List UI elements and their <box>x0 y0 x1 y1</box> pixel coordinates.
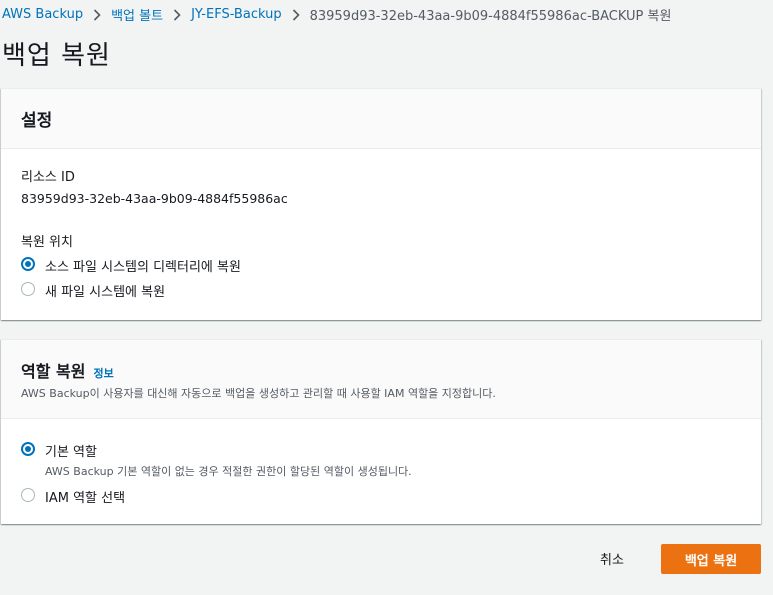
restore-backup-button[interactable]: 백업 복원 <box>661 544 761 574</box>
page-title: 백업 복원 <box>2 41 111 71</box>
radio-button-selected[interactable] <box>21 257 35 271</box>
breadcrumb-item-aws-backup[interactable]: AWS Backup <box>2 7 83 22</box>
settings-panel-header: 설정 <box>1 89 761 149</box>
radio-restore-new-filesystem[interactable]: 새 파일 시스템에 복원 <box>21 281 165 300</box>
radio-label: 소스 파일 시스템의 디렉터리에 복원 <box>45 260 241 275</box>
radio-default-role[interactable]: 기본 역할 AWS Backup 기본 역할이 없는 경우 적절한 권한이 할당… <box>21 441 412 479</box>
radio-description: AWS Backup 기본 역할이 없는 경우 적절한 권한이 할당된 역할이 … <box>45 465 412 478</box>
role-title: 역할 복원 <box>21 362 86 381</box>
chevron-right-icon <box>282 7 310 22</box>
resource-id-value: 83959d93-32eb-43aa-9b09-4884f55986ac <box>21 191 288 206</box>
breadcrumb-current: 83959d93-32eb-43aa-9b09-4884f55986ac-BAC… <box>309 9 672 24</box>
role-title-row: 역할 복원 정보 <box>21 358 114 382</box>
breadcrumb: AWS Backup 백업 볼트 JY-EFS-Backup 83959d93-… <box>2 5 671 24</box>
restore-location-label: 복원 위치 <box>21 235 73 250</box>
chevron-right-icon <box>83 7 111 22</box>
chevron-right-icon <box>163 7 191 22</box>
radio-label: 새 파일 시스템에 복원 <box>45 285 166 300</box>
breadcrumb-item-vault[interactable]: JY-EFS-Backup <box>191 7 282 22</box>
radio-label: IAM 역할 선택 <box>45 491 126 506</box>
radio-button[interactable] <box>21 282 35 296</box>
breadcrumb-item-backup-vaults[interactable]: 백업 볼트 <box>111 5 163 24</box>
radio-choose-iam-role[interactable]: IAM 역할 선택 <box>21 487 125 506</box>
resource-id-label: 리소스 ID <box>21 170 75 185</box>
settings-title: 설정 <box>21 111 53 131</box>
radio-label: 기본 역할 <box>45 445 97 460</box>
role-description: AWS Backup이 사용자를 대신해 자동으로 백업을 생성하고 관리할 때… <box>21 387 496 400</box>
cancel-button[interactable]: 취소 <box>600 549 624 568</box>
radio-restore-source-directory[interactable]: 소스 파일 시스템의 디렉터리에 복원 <box>21 256 241 275</box>
info-link[interactable]: 정보 <box>93 365 113 381</box>
role-panel: 역할 복원 정보 AWS Backup이 사용자를 대신해 자동으로 백업을 생… <box>1 339 761 524</box>
radio-button[interactable] <box>21 488 35 502</box>
role-panel-header: 역할 복원 정보 AWS Backup이 사용자를 대신해 자동으로 백업을 생… <box>1 340 761 419</box>
settings-panel: 설정 리소스 ID 83959d93-32eb-43aa-9b09-4884f5… <box>1 88 761 320</box>
radio-button-selected[interactable] <box>21 442 35 456</box>
